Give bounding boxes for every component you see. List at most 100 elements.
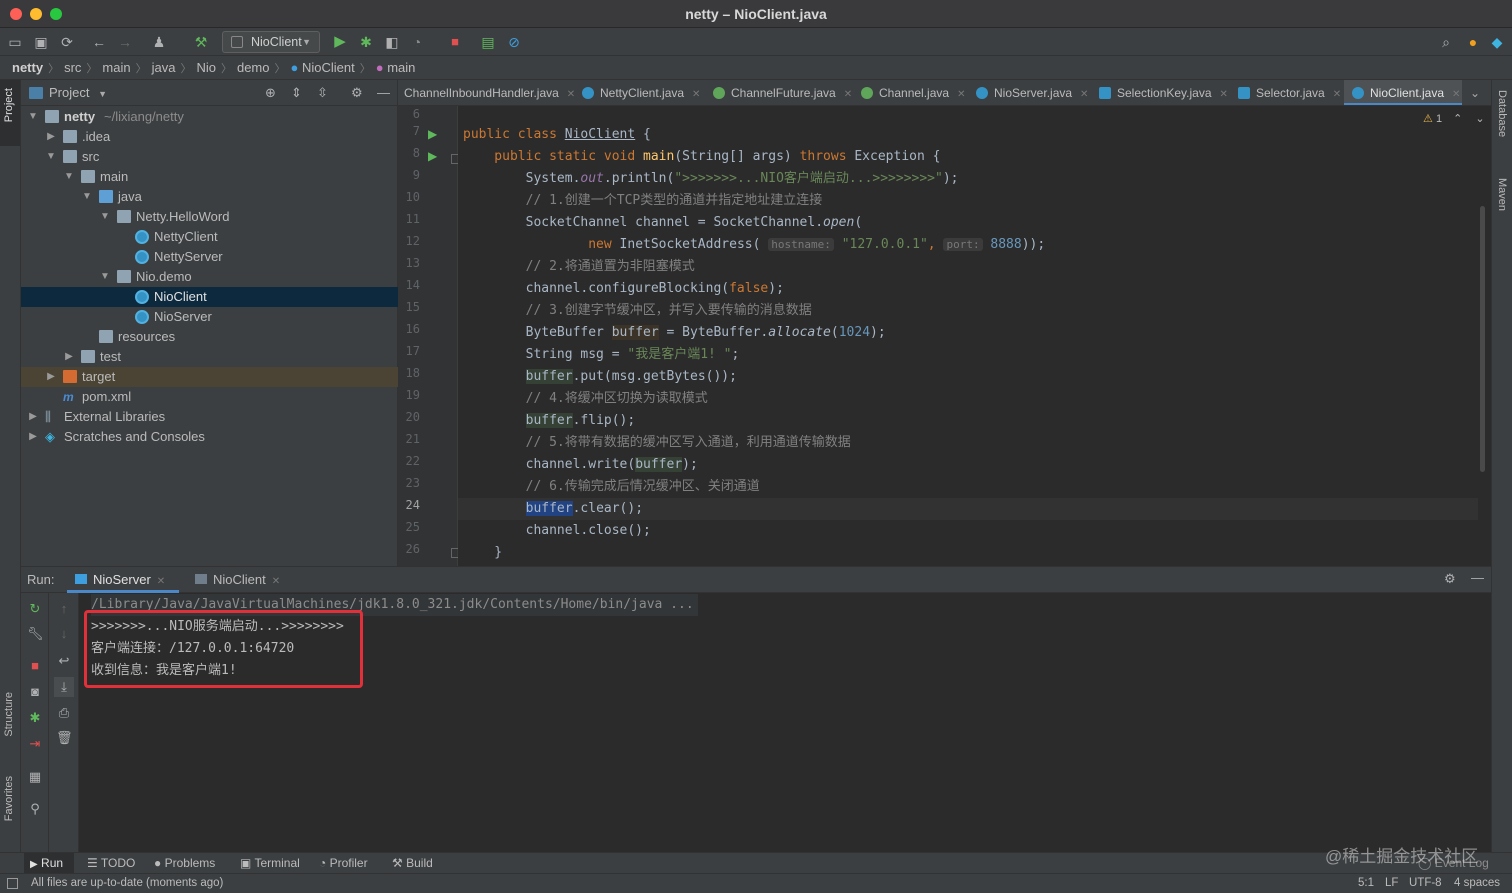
tree-item-external-libraries[interactable]: ▶ ⫼ External Libraries <box>21 407 398 427</box>
chevron-down-icon[interactable]: ▼ <box>98 89 107 99</box>
wrench-icon[interactable]: 🔧︎ <box>27 626 44 642</box>
tab-channelinboundhandler[interactable]: ChannelInboundHandler.java ✕ <box>404 80 575 105</box>
bottom-tab-profiler[interactable]: ◔ Profiler <box>319 853 368 873</box>
tab-nettyclient[interactable]: NettyClient.java ✕ <box>582 80 700 105</box>
chevron-right-icon[interactable]: ▶ <box>63 347 75 367</box>
down-arrow-icon[interactable]: ↓ <box>56 626 72 642</box>
coverage-icon[interactable]: ◧ <box>383 33 401 51</box>
run-console[interactable]: /Library/Java/JavaVirtualMachines/jdk1.8… <box>79 593 1491 852</box>
tree-item-scratches[interactable]: ▶ ◈ Scratches and Consoles <box>21 427 398 447</box>
tab-nioclient[interactable]: NioClient.java ✕ <box>1344 80 1462 105</box>
vcs-user-icon[interactable]: ♟ <box>150 33 168 51</box>
run-icon[interactable]: ▶ <box>331 33 349 51</box>
tree-item-java[interactable]: ▼ java <box>21 187 398 207</box>
caret-position[interactable]: 5:1 <box>1358 874 1374 893</box>
search-icon[interactable]: ⌕ <box>1437 33 1455 51</box>
bottom-tab-terminal[interactable]: ▣ Terminal <box>240 853 300 873</box>
gear-icon[interactable]: ⚙ <box>351 80 363 106</box>
code-editor[interactable]: public class NioClient { public static v… <box>458 106 1491 566</box>
run-gutter-icon[interactable]: ▶ <box>428 127 437 141</box>
chevron-down-icon[interactable]: ⌄ <box>1475 113 1484 125</box>
close-icon[interactable]: ✕ <box>567 89 575 100</box>
forward-icon[interactable]: → <box>116 33 134 51</box>
breadcrumb-item[interactable]: src <box>64 60 81 75</box>
minimize-window-button[interactable] <box>30 8 42 20</box>
expand-all-icon[interactable]: ⇕ <box>291 80 302 106</box>
collapse-all-icon[interactable]: ⇳ <box>317 80 328 106</box>
close-icon[interactable]: ✕ <box>692 89 700 100</box>
chevron-down-icon[interactable]: ▼ <box>45 147 57 167</box>
chevron-up-icon[interactable]: ⌃ <box>1453 113 1462 125</box>
run-tab-nioserver[interactable]: NioServer ✕ <box>67 567 179 593</box>
tree-item-test[interactable]: ▶ test <box>21 347 398 367</box>
database-stripe-button[interactable]: Database <box>1496 90 1508 137</box>
breadcrumb-item[interactable]: main <box>387 60 415 75</box>
tab-channelfuture[interactable]: ChannelFuture.java ✕ <box>713 80 852 105</box>
close-window-button[interactable] <box>10 8 22 20</box>
tree-item-idea[interactable]: ▶ .idea <box>21 127 398 147</box>
close-icon[interactable]: ✕ <box>272 576 280 587</box>
jetbrains-logo-icon[interactable]: ◆ <box>1488 33 1506 51</box>
zoom-window-button[interactable] <box>50 8 62 20</box>
breadcrumb-item[interactable]: netty <box>12 60 43 75</box>
chevron-down-icon[interactable]: ▼ <box>63 167 75 187</box>
trash-icon[interactable]: 🗑︎ <box>56 730 73 746</box>
breadcrumb-item[interactable]: demo <box>237 60 270 75</box>
tree-item-main[interactable]: ▼ main <box>21 167 398 187</box>
ide-update-icon[interactable]: ● <box>1464 33 1482 51</box>
tab-nioserver[interactable]: NioServer.java ✕ <box>976 80 1088 105</box>
bottom-tab-problems[interactable]: ● Problems <box>154 853 215 873</box>
run-tab-nioclient[interactable]: NioClient ✕ <box>187 567 280 593</box>
bottom-tab-run[interactable]: ▶ Run <box>24 853 74 875</box>
breadcrumb-item[interactable]: Nio <box>196 60 216 75</box>
profile-icon[interactable]: ◔ <box>408 33 426 51</box>
run-configuration-select[interactable]: NioClient ▼ <box>222 31 320 53</box>
chevron-right-icon[interactable]: ▶ <box>27 407 39 427</box>
update-app-icon[interactable]: ▤ <box>479 33 497 51</box>
chevron-down-icon[interactable]: ▼ <box>27 107 39 127</box>
close-icon[interactable]: ✕ <box>1080 89 1088 100</box>
breadcrumb-item[interactable]: main <box>102 60 130 75</box>
tree-item-nettyserver[interactable]: NettyServer <box>21 247 398 267</box>
chevron-right-icon[interactable]: ▶ <box>45 367 57 387</box>
chevron-down-icon[interactable]: ▼ <box>81 187 93 207</box>
bottom-tab-todo[interactable]: ☰ TODO <box>87 853 135 873</box>
maven-stripe-button[interactable]: Maven <box>1496 178 1508 211</box>
hide-icon[interactable]: — <box>377 80 390 106</box>
breadcrumb-item[interactable]: java <box>152 60 176 75</box>
file-encoding[interactable]: UTF-8 <box>1409 874 1442 893</box>
soft-wrap-icon[interactable]: ↩ <box>56 653 72 669</box>
tree-item-nettyclient[interactable]: NettyClient <box>21 227 398 247</box>
print-icon[interactable]: ⎙ <box>56 705 72 721</box>
debug-icon[interactable]: ✱ <box>27 710 43 726</box>
camera-icon[interactable]: ◙ <box>27 684 43 700</box>
tree-item-pom-xml[interactable]: m pom.xml <box>21 387 398 407</box>
back-icon[interactable]: ← <box>90 33 108 51</box>
close-icon[interactable]: ✕ <box>1333 89 1341 100</box>
exit-icon[interactable]: ⇥ <box>27 736 43 752</box>
editor-scrollbar[interactable] <box>1480 206 1485 472</box>
stop-icon[interactable]: ■ <box>446 33 464 51</box>
open-folder-icon[interactable]: ▭ <box>6 33 24 51</box>
tree-item-nioserver[interactable]: NioServer <box>21 307 398 327</box>
tree-item-nioclient[interactable]: NioClient <box>21 287 398 307</box>
build-hammer-icon[interactable]: ⚒ <box>192 33 210 51</box>
line-separator[interactable]: LF <box>1385 874 1398 893</box>
tree-item-nio-demo[interactable]: ▼ Nio.demo <box>21 267 398 287</box>
favorites-stripe-button[interactable]: Favorites <box>3 776 15 821</box>
tree-item-netty[interactable]: ▼ netty ~/lixiang/netty <box>21 107 398 127</box>
tree-item-target[interactable]: ▶ target <box>21 367 398 387</box>
close-icon[interactable]: ✕ <box>1220 89 1228 100</box>
stop-icon[interactable]: ■ <box>27 658 43 674</box>
locate-icon[interactable]: ⊕ <box>265 80 276 106</box>
tab-selectionkey[interactable]: SelectionKey.java ✕ <box>1099 80 1228 105</box>
tree-item-netty-helloword[interactable]: ▼ Netty.HelloWord <box>21 207 398 227</box>
pin-icon[interactable]: ⚲ <box>27 801 43 817</box>
tab-selector[interactable]: Selector.java ✕ <box>1238 80 1341 105</box>
tree-item-resources[interactable]: resources <box>21 327 398 347</box>
close-icon[interactable]: ✕ <box>844 89 852 100</box>
chevron-right-icon[interactable]: ▶ <box>45 127 57 147</box>
disable-icon[interactable]: ⊘ <box>505 33 523 51</box>
chevron-right-icon[interactable]: ▶ <box>27 427 39 447</box>
sync-icon[interactable]: ⟳ <box>58 33 76 51</box>
